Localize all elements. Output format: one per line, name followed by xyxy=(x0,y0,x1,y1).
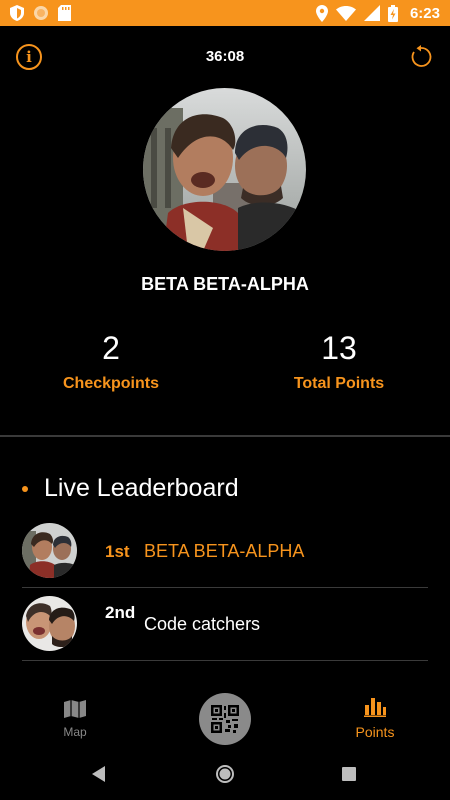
team-name: BETA BETA-ALPHA xyxy=(141,274,309,294)
scan-qr-button[interactable] xyxy=(199,693,251,745)
total-points-stat: 13 Total Points xyxy=(239,330,439,393)
qr-code-icon xyxy=(211,705,239,733)
checkpoints-label: Checkpoints xyxy=(62,375,159,392)
sd-card-icon xyxy=(58,5,71,21)
countdown-timer: 36:08 xyxy=(205,48,245,65)
rank-label: 2nd xyxy=(105,603,136,622)
wifi-icon xyxy=(335,5,356,21)
nav-points[interactable]: Points xyxy=(345,697,405,740)
bullet-icon xyxy=(22,485,28,492)
nav-points-label: Points xyxy=(355,724,395,740)
home-icon[interactable] xyxy=(215,764,235,784)
leaderboard-row[interactable]: 1st BETA BETA-ALPHA xyxy=(22,516,428,588)
status-bar: 6:23 xyxy=(0,0,450,26)
leaderboard-title: Live Leaderboard xyxy=(44,474,239,502)
team-avatar xyxy=(143,88,306,251)
bar-chart-icon xyxy=(364,698,386,717)
checkpoints-stat: 2 Checkpoints xyxy=(11,330,211,393)
battery-charging-icon xyxy=(387,4,398,22)
leaderboard-header: Live Leaderboard xyxy=(22,474,239,503)
rank-label: 1st xyxy=(105,542,130,561)
shield-icon xyxy=(10,5,24,21)
total-points-value: 13 xyxy=(321,330,357,366)
checkpoints-value: 2 xyxy=(102,330,120,366)
avatar xyxy=(22,596,77,651)
nav-map-label: Map xyxy=(63,725,87,739)
team-name-label: Code catchers xyxy=(144,614,261,634)
status-time: 6:23 xyxy=(409,4,440,22)
nav-map[interactable]: Map xyxy=(50,700,100,739)
total-points-label: Total Points xyxy=(293,375,385,392)
location-icon xyxy=(315,4,328,22)
back-icon[interactable] xyxy=(92,766,106,782)
section-divider xyxy=(0,435,450,437)
signal-icon xyxy=(363,5,380,21)
recent-apps-icon[interactable] xyxy=(342,767,356,781)
avatar xyxy=(22,523,77,578)
leaderboard-row[interactable]: 2nd Code catchers xyxy=(22,589,428,661)
team-name-label: BETA BETA-ALPHA xyxy=(144,541,305,561)
circle-icon xyxy=(34,6,48,20)
system-navigation-bar xyxy=(0,750,450,800)
map-icon xyxy=(64,700,86,718)
status-right-icons: 6:23 xyxy=(315,4,440,22)
status-left-icons xyxy=(10,5,71,21)
reset-icon[interactable] xyxy=(408,44,434,70)
